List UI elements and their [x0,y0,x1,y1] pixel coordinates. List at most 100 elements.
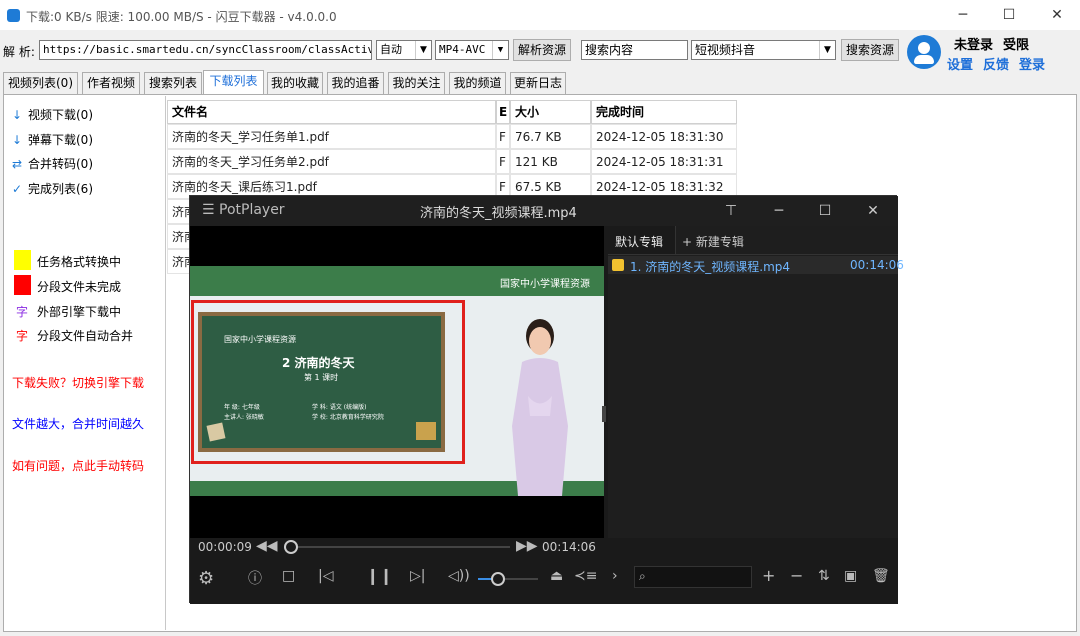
mode-select[interactable]: 自动 ▼ [376,40,432,60]
playlist-panel: 默认专辑 + 新建专辑 1. 济南的冬天_视频课程.mp4 00:14:06 [608,226,898,538]
video-banner-text: 国家中小学课程资源 [500,275,590,290]
table-cell[interactable]: 76.7 KB [510,124,591,149]
table-cell[interactable]: 2024-12-05 18:31:31 [591,149,737,174]
next-icon[interactable]: ▷| [410,568,425,584]
seek-forward-icon[interactable]: ▶▶ [516,538,538,554]
platform-select[interactable]: 短视频抖音 ▼ [691,40,836,60]
column-header-size[interactable]: 大小 [510,100,591,124]
player-title-bar: ☰ PotPlayer 济南的冬天_视频课程.mp4 ⊤ ─ ☐ ✕ [190,196,898,226]
format-select-value: MP4-AVC [439,43,485,56]
previous-icon[interactable]: |◁ [318,568,333,584]
tab-author-videos[interactable]: 作者视频 [82,72,140,94]
pause-icon[interactable]: ❙❙ [366,566,393,585]
legend-swatch-red [14,275,31,295]
maximize-button[interactable]: ☐ [986,0,1032,30]
tab-search-list[interactable]: 搜索列表 [144,72,202,94]
url-input[interactable]: https://basic.smartedu.cn/syncClassroom/… [39,40,372,60]
chevron-down-icon: ▼ [819,41,835,59]
seek-bar[interactable] [284,546,510,548]
settings-gear-icon[interactable]: ⚙ [198,568,214,589]
column-header-type[interactable]: E [496,100,510,124]
avatar-icon[interactable] [907,35,941,69]
tab-my-follows[interactable]: 我的关注 [388,72,445,94]
save-icon[interactable]: ▣ [844,568,857,584]
seek-back-icon[interactable]: ◀◀ [256,538,278,554]
format-select[interactable]: MP4-AVC ▼ [435,40,509,60]
stop-icon[interactable]: □ [282,568,295,584]
trash-icon[interactable]: 🗑 [872,568,890,584]
table-cell[interactable]: 121 KB [510,149,591,174]
panel-collapse-handle[interactable] [602,406,606,422]
chevron-right-icon[interactable]: › [612,568,618,584]
login-status: 未登录 [954,34,993,53]
sidebar-item-danmaku-download[interactable]: ↓弹幕下载(0) [12,131,93,148]
playlist-item-name: 1. 济南的冬天_视频课程.mp4 [630,258,790,275]
new-album-button[interactable]: + 新建专辑 [682,233,744,250]
tab-following-series[interactable]: 我的追番 [327,72,384,94]
arrow-down-icon: ↓ [12,108,28,122]
arrow-down-icon: ↓ [12,133,28,147]
volume-thumb[interactable] [491,572,505,586]
minimize-button[interactable]: ─ [940,0,986,30]
tab-download-list[interactable]: 下载列表 [203,70,264,94]
eject-icon[interactable]: ⏏ [550,568,563,584]
table-cell[interactable]: 2024-12-05 18:31:30 [591,124,737,149]
video-area[interactable]: 国家中小学课程资源 国家中小学课程资源 2 济南的冬天 第 1 课时 年 级: … [190,226,604,538]
feedback-link[interactable]: 反馈 [983,54,1009,73]
time-current: 00:00:09 [198,540,252,554]
player-file-title: 济南的冬天_视频课程.mp4 [420,202,577,221]
table-cell[interactable]: F [496,149,510,174]
login-link[interactable]: 登录 [1019,54,1045,73]
sort-icon[interactable]: ⇅ [818,568,830,584]
parse-button[interactable]: 解析资源 [513,39,571,61]
tab-default-album[interactable]: 默认专辑 [608,226,676,254]
column-header-finish-time[interactable]: 完成时间 [591,100,737,124]
player-close-button[interactable]: ✕ [856,196,890,226]
sidebar-item-completed[interactable]: ✓完成列表(6) [12,180,93,197]
remove-icon[interactable]: − [790,566,803,585]
sidebar-item-label: 完成列表(6) [28,182,93,196]
settings-link[interactable]: 设置 [947,54,973,73]
chevron-down-icon: ▼ [415,41,431,59]
add-icon[interactable]: + [762,566,775,585]
sidebar-item-merge-transcode[interactable]: ⇄合并转码(0) [12,155,93,172]
pin-icon[interactable]: ⊤ [714,196,748,226]
table-cell[interactable]: 济南的冬天_学习任务单2.pdf [167,149,496,174]
playing-icon [612,259,624,271]
tab-update-log[interactable]: 更新日志 [510,72,566,94]
merge-time-note: 文件越大，合并时间越久 [12,415,144,432]
playlist-item[interactable]: 1. 济南的冬天_视频课程.mp4 00:14:06 [608,256,898,274]
close-button[interactable]: ✕ [1034,0,1080,30]
platform-select-value: 短视频抖音 [695,43,755,57]
download-sidebar: ↓视频下载(0) ↓弹幕下载(0) ⇄合并转码(0) ✓完成列表(6) 任务格式… [6,96,166,630]
app-logo-icon [7,9,20,22]
player-minimize-button[interactable]: ─ [762,196,796,226]
sidebar-item-video-download[interactable]: ↓视频下载(0) [12,106,93,123]
volume-slider[interactable] [478,578,538,580]
tab-my-channels[interactable]: 我的频道 [449,72,506,94]
column-header-filename[interactable]: 文件名 [167,100,496,124]
player-controls: 00:00:09 ◀◀ ▶▶ 00:14:06 ⚙ ⓘ □ |◁ ❙❙ ▷| ◁… [190,538,898,604]
table-cell[interactable]: F [496,124,510,149]
search-button[interactable]: 搜索资源 [841,39,899,61]
info-icon[interactable]: ⓘ [248,568,262,588]
player-maximize-button[interactable]: ☐ [808,196,842,226]
volume-icon[interactable]: ◁)) [448,568,470,584]
tab-video-list[interactable]: 视频列表(0) [3,72,78,94]
seek-thumb[interactable] [284,540,298,554]
playlist-toggle-icon[interactable]: ≺≡ [574,568,597,584]
table-cell[interactable]: 济南的冬天_学习任务单1.pdf [167,124,496,149]
manual-transcode-link[interactable]: 如有问题，点此手动转码 [12,457,144,474]
tab-default-album-label: 默认专辑 [615,233,663,250]
playlist-item-duration: 00:14:06 [850,258,904,272]
tab-favorites[interactable]: 我的收藏 [267,72,323,94]
switch-engine-link[interactable]: 下载失败？切换引擎下载 [12,374,144,391]
sidebar-item-label: 视频下载(0) [28,108,93,122]
legend-glyph-red: 字 [16,327,28,344]
player-brand[interactable]: ☰ PotPlayer [202,202,285,218]
playlist-divider [608,254,898,255]
app-window: 下载:0 KB/s 限速: 100.00 MB/S - 闪豆下载器 - v4.0… [0,0,1080,636]
legend-swatch-yellow [14,250,31,270]
playlist-search-input[interactable]: ⌕ [634,566,752,588]
search-input[interactable]: 搜索内容 [581,40,688,60]
